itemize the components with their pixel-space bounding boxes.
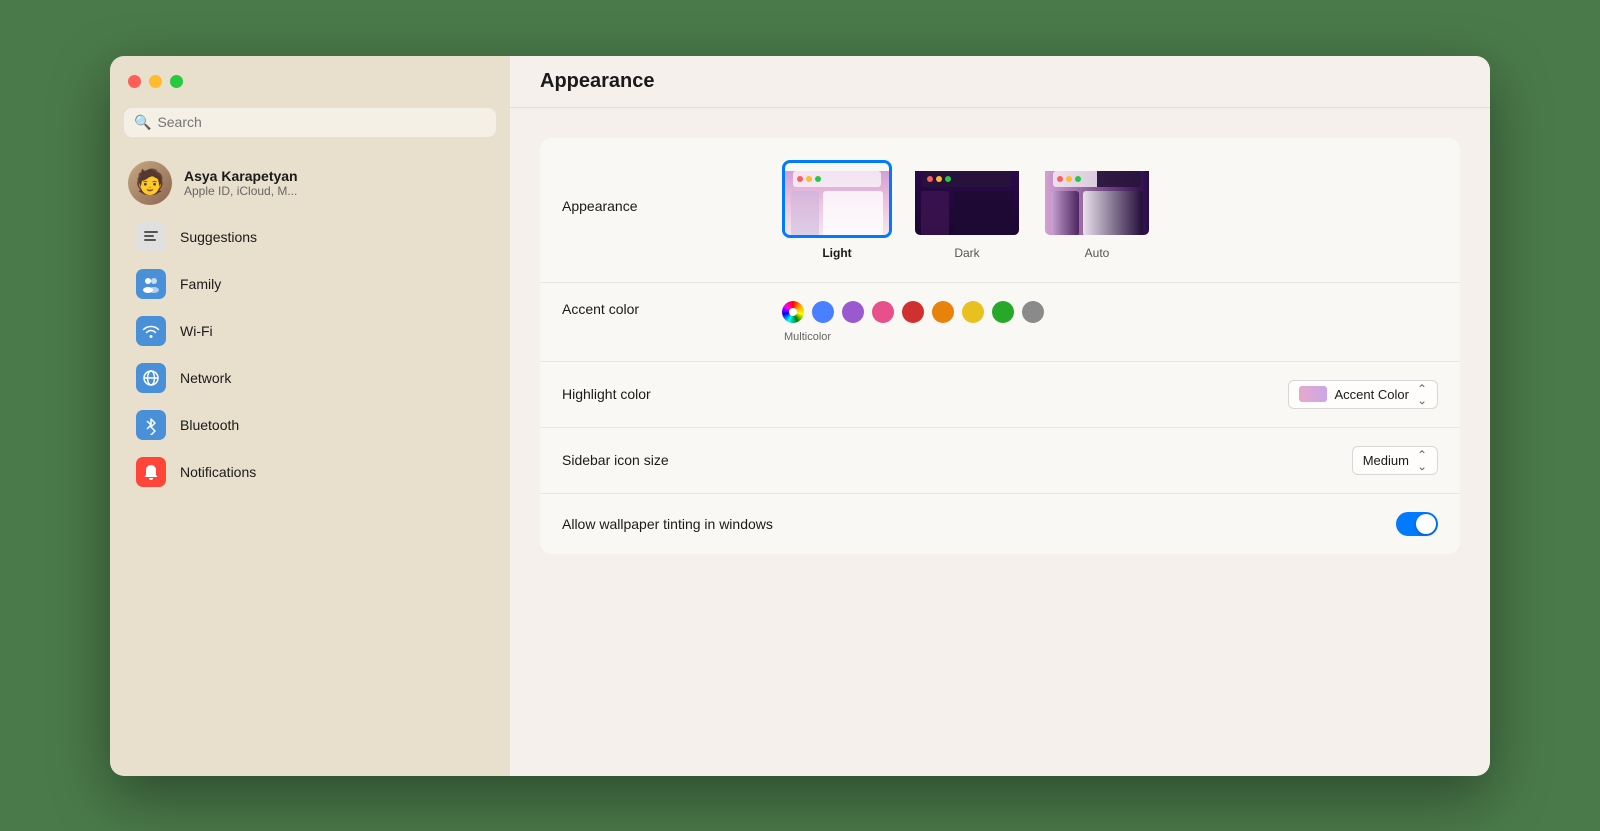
wallpaper-tinting-row: Allow wallpaper tinting in windows <box>540 494 1460 554</box>
accent-swatch-blue[interactable] <box>812 301 834 323</box>
accent-color-row: Accent color <box>540 283 1460 362</box>
wallpaper-tinting-toggle[interactable] <box>1396 512 1438 536</box>
appearance-control: Light <box>782 160 1438 260</box>
accent-swatch-green[interactable] <box>992 301 1014 323</box>
sidebar-icon-size-control: Medium ⌃ ⌃ <box>782 446 1438 475</box>
appearance-option-dark[interactable]: Dark <box>912 160 1022 260</box>
sidebar: 🔍 🧑 Asya Karapetyan Apple ID, iCloud, M.… <box>110 56 510 776</box>
avatar: 🧑 <box>128 161 172 205</box>
accent-swatch-yellow[interactable] <box>962 301 984 323</box>
appearance-row: Appearance <box>540 138 1460 283</box>
sidebar-content: 🧑 Asya Karapetyan Apple ID, iCloud, M...… <box>110 149 510 776</box>
highlight-color-label: Highlight color <box>562 386 782 402</box>
sidebar-item-label: Family <box>180 276 221 292</box>
appearance-option-auto[interactable]: Auto <box>1042 160 1152 260</box>
search-icon: 🔍 <box>134 114 151 131</box>
page-title: Appearance <box>540 70 655 93</box>
sidebar-item-notifications[interactable]: Notifications <box>118 449 502 495</box>
accent-color-label: Accent color <box>562 301 782 317</box>
maximize-button[interactable] <box>170 75 183 88</box>
accent-colors <box>782 301 1044 323</box>
sidebar-item-network[interactable]: Network <box>118 355 502 401</box>
appearance-option-label: Light <box>822 246 851 260</box>
search-bar[interactable]: 🔍 <box>124 108 496 137</box>
notifications-icon <box>136 457 166 487</box>
chevron-icon: ⌃ ⌃ <box>1417 385 1427 404</box>
network-icon <box>136 363 166 393</box>
highlight-color-row: Highlight color Accent Color ⌃ ⌃ <box>540 362 1460 428</box>
search-input[interactable] <box>157 114 486 130</box>
minimize-button[interactable] <box>149 75 162 88</box>
main-header: Appearance <box>510 56 1490 108</box>
main-window: 🔍 🧑 Asya Karapetyan Apple ID, iCloud, M.… <box>110 56 1490 776</box>
highlight-color-control: Accent Color ⌃ ⌃ <box>782 380 1438 409</box>
sidebar-item-label: Network <box>180 370 231 386</box>
sidebar-icon-size-row: Sidebar icon size Medium ⌃ ⌃ <box>540 428 1460 494</box>
sidebar-item-label: Notifications <box>180 464 256 480</box>
main-body: Appearance <box>510 108 1490 776</box>
user-name: Asya Karapetyan <box>184 168 298 184</box>
sidebar-item-family[interactable]: Family <box>118 261 502 307</box>
accent-swatch-graphite[interactable] <box>1022 301 1044 323</box>
accent-swatch-purple[interactable] <box>842 301 864 323</box>
appearance-option-light[interactable]: Light <box>782 160 892 260</box>
appearance-option-label: Auto <box>1085 246 1110 260</box>
user-profile-item[interactable]: 🧑 Asya Karapetyan Apple ID, iCloud, M... <box>110 153 510 213</box>
appearance-thumbnail-light <box>782 160 892 238</box>
appearance-option-label: Dark <box>954 246 979 260</box>
appearance-picker: Light <box>782 160 1152 260</box>
accent-colors-container: Multicolor <box>782 301 1044 343</box>
highlight-swatch <box>1299 386 1327 402</box>
highlight-value: Accent Color <box>1335 387 1409 402</box>
sidebar-item-bluetooth[interactable]: Bluetooth <box>118 402 502 448</box>
size-control[interactable]: Medium ⌃ ⌃ <box>1352 446 1438 475</box>
appearance-thumbnail-dark <box>912 160 1022 238</box>
bluetooth-icon <box>136 410 166 440</box>
size-value: Medium <box>1363 453 1409 468</box>
sidebar-item-wifi[interactable]: Wi-Fi <box>118 308 502 354</box>
highlight-control[interactable]: Accent Color ⌃ ⌃ <box>1288 380 1438 409</box>
sidebar-item-suggestions[interactable]: Suggestions <box>118 214 502 260</box>
accent-swatch-red[interactable] <box>902 301 924 323</box>
sidebar-icon-size-picker[interactable]: Medium ⌃ ⌃ <box>1352 446 1438 475</box>
wallpaper-tinting-control <box>782 512 1438 536</box>
family-icon <box>136 269 166 299</box>
accent-swatch-pink[interactable] <box>872 301 894 323</box>
accent-selected-label: Multicolor <box>784 331 1044 343</box>
appearance-label: Appearance <box>562 160 782 214</box>
accent-swatch-orange[interactable] <box>932 301 954 323</box>
close-button[interactable] <box>128 75 141 88</box>
user-info: Asya Karapetyan Apple ID, iCloud, M... <box>184 168 298 198</box>
accent-swatch-multicolor[interactable] <box>782 301 804 323</box>
sidebar-item-label: Wi-Fi <box>180 323 213 339</box>
suggestions-icon <box>136 222 166 252</box>
accent-color-control: Multicolor <box>782 301 1438 343</box>
appearance-thumbnail-auto <box>1042 160 1152 238</box>
main-content: Appearance Appearance <box>510 56 1490 776</box>
wallpaper-tinting-label: Allow wallpaper tinting in windows <box>562 516 782 532</box>
wallpaper-tinting-toggle-container <box>1396 512 1438 536</box>
titlebar <box>110 56 510 108</box>
settings-section: Appearance <box>540 138 1460 554</box>
sidebar-icon-size-label: Sidebar icon size <box>562 452 782 468</box>
toggle-knob <box>1416 514 1436 534</box>
size-chevron-icon: ⌃ ⌃ <box>1417 451 1427 470</box>
sidebar-item-label: Suggestions <box>180 229 257 245</box>
user-subtitle: Apple ID, iCloud, M... <box>184 184 298 198</box>
sidebar-item-label: Bluetooth <box>180 417 239 433</box>
wifi-icon <box>136 316 166 346</box>
highlight-color-picker[interactable]: Accent Color ⌃ ⌃ <box>1288 380 1438 409</box>
